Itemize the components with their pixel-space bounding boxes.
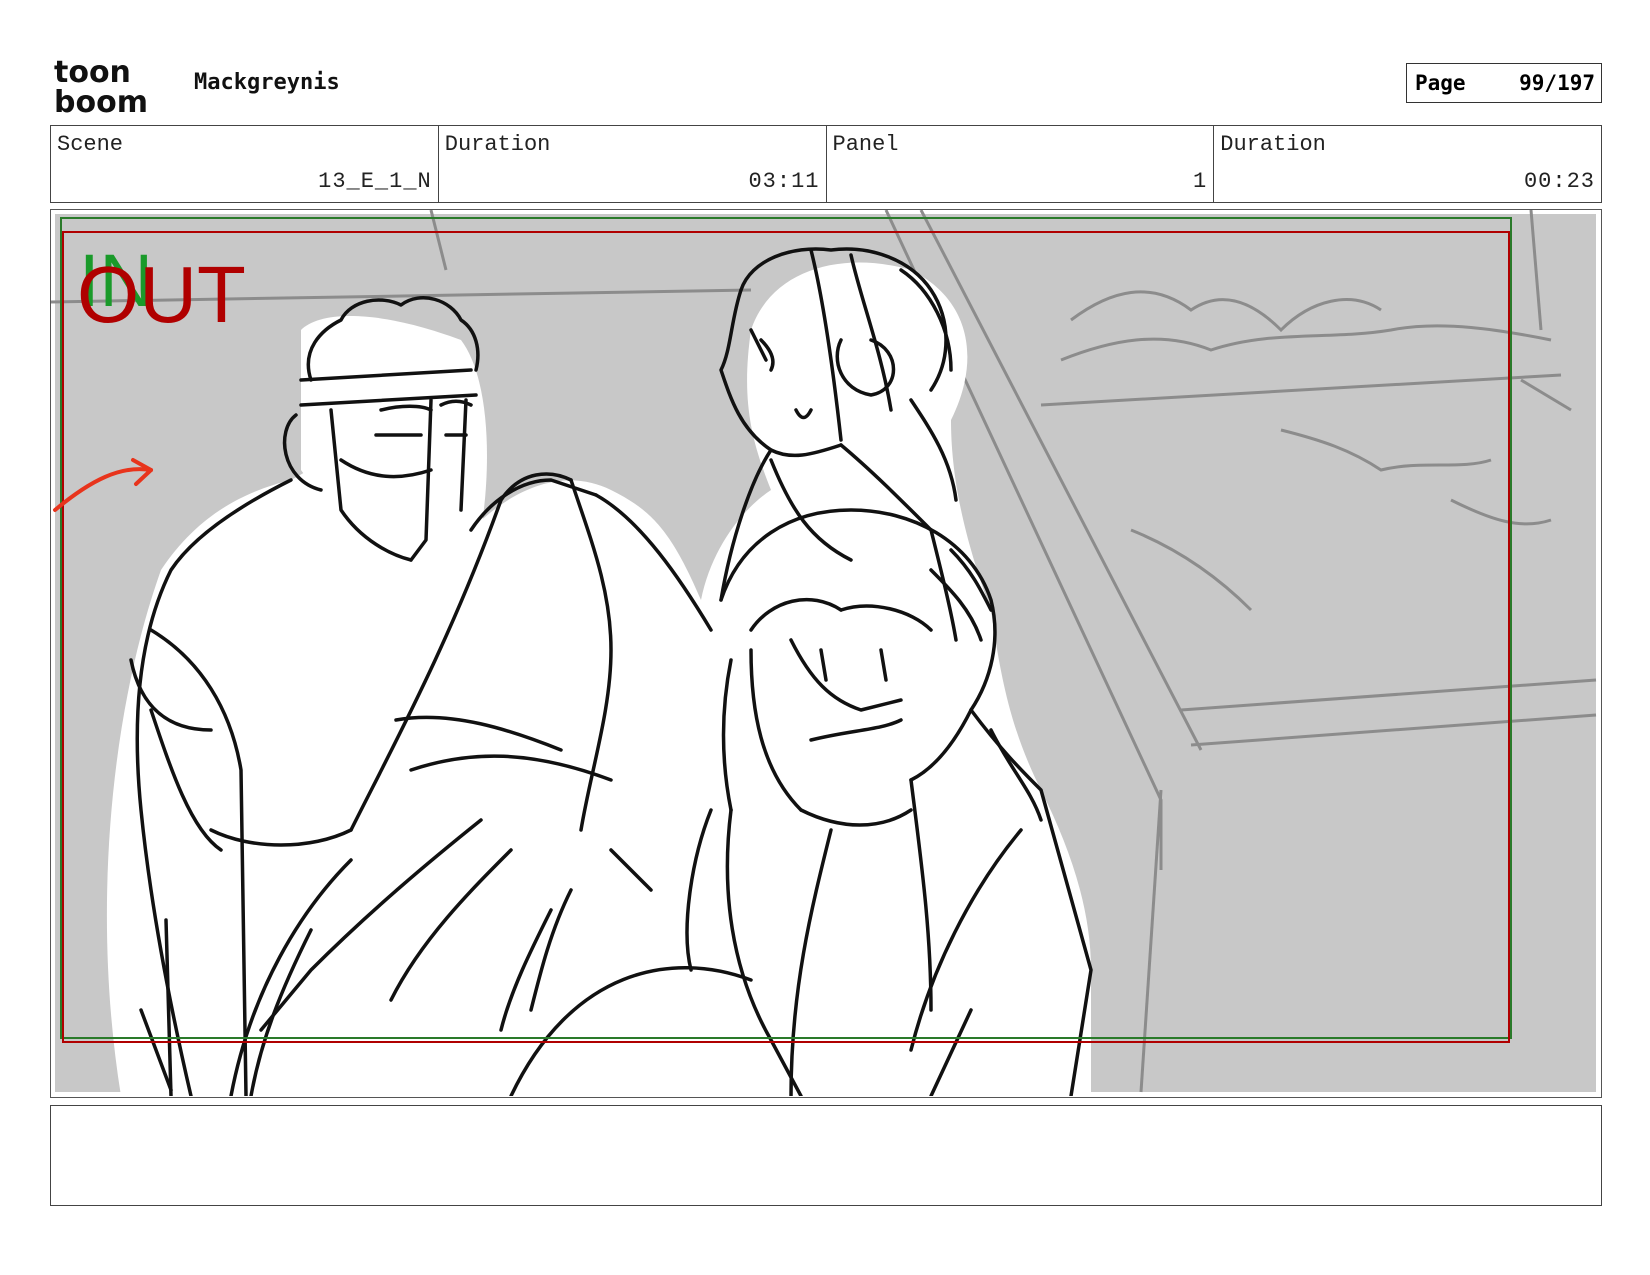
notes-box: [50, 1105, 1602, 1206]
panel-label: Panel: [832, 132, 899, 157]
panel-cell: Panel 1: [827, 126, 1215, 202]
scene-duration-cell: Duration 03:11: [439, 126, 827, 202]
scene-duration-label: Duration: [444, 132, 551, 157]
scene-duration-value: 03:11: [748, 169, 820, 194]
page-number: 99/197: [1519, 71, 1595, 95]
storyboard-panel: IN OUT: [50, 209, 1602, 1098]
page-label: Page: [1415, 71, 1466, 95]
scene-label: Scene: [57, 132, 124, 157]
panel-duration-cell: Duration 00:23: [1214, 126, 1601, 202]
project-title: Mackgreynis: [194, 70, 340, 95]
panel-value: 1: [1193, 169, 1208, 194]
panel-drawing: IN OUT: [51, 210, 1597, 1096]
panel-duration-value: 00:23: [1523, 169, 1595, 194]
scene-info-table: Scene 13_E_1_N Duration 03:11 Panel 1 Du…: [50, 125, 1602, 203]
logo-text-bottom: boom: [54, 85, 148, 114]
scene-value: 13_E_1_N: [318, 169, 432, 194]
toonboom-logo: toon boom: [54, 56, 148, 114]
panel-duration-label: Duration: [1220, 132, 1326, 157]
page-indicator: Page 99/197: [1406, 63, 1602, 103]
out-marker: OUT: [77, 250, 246, 339]
scene-cell: Scene 13_E_1_N: [51, 126, 439, 202]
